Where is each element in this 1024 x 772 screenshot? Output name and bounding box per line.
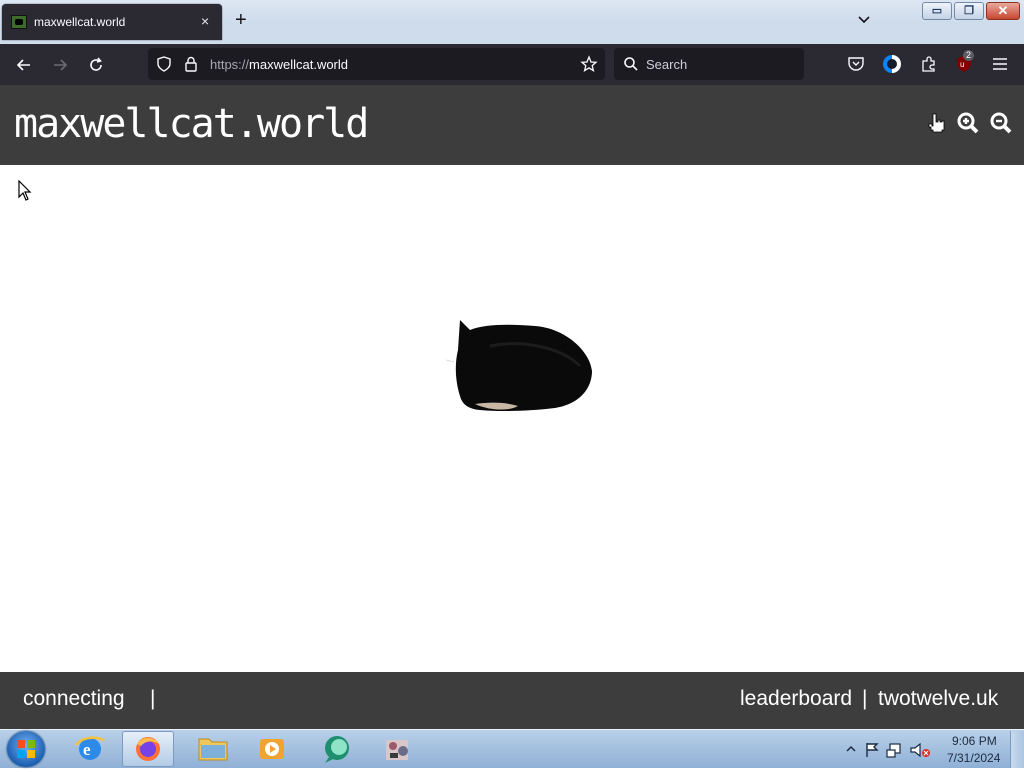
media-player-icon — [260, 739, 284, 759]
action-center-flag-icon — [866, 743, 879, 757]
search-input[interactable]: Search — [646, 57, 687, 72]
footer-separator: | — [862, 687, 868, 710]
messenger-taskbar-button[interactable] — [311, 731, 363, 767]
forward-arrow-icon — [54, 59, 68, 71]
volume-muted-icon — [910, 742, 930, 758]
reload-button[interactable] — [86, 55, 106, 75]
window-controls: ▭ ❐ ✕ — [922, 2, 1020, 20]
show-desktop-button[interactable] — [1010, 731, 1024, 768]
chat-bubble-icon — [325, 736, 349, 763]
forward-button[interactable] — [50, 55, 70, 75]
clock-time[interactable]: 9:06 PM — [952, 734, 997, 748]
extensions-puzzle-icon[interactable] — [920, 55, 938, 78]
minimize-icon: ▭ — [931, 5, 943, 17]
search-icon — [623, 56, 639, 77]
minimize-button[interactable]: ▭ — [922, 2, 952, 20]
internet-explorer-taskbar-button[interactable]: e — [64, 731, 116, 767]
menu-hamburger-icon[interactable] — [991, 56, 1009, 77]
windows-logo-icon — [16, 739, 36, 759]
media-player-taskbar-button[interactable] — [246, 731, 298, 767]
lock-icon[interactable] — [183, 55, 199, 78]
footer-separator: | — [150, 687, 156, 710]
game-app-icon — [386, 740, 408, 760]
tab-title: maxwellcat.world — [34, 15, 126, 29]
pointer-hand-icon[interactable] — [924, 111, 948, 135]
url-host: maxwellcat.world — [249, 57, 349, 72]
tab-close-button[interactable]: × — [201, 13, 209, 29]
mouse-cursor-icon — [18, 179, 32, 207]
twotwelve-link[interactable]: twotwelve.uk — [878, 687, 998, 711]
close-window-button[interactable]: ✕ — [986, 2, 1020, 20]
show-hidden-icons-icon — [846, 745, 856, 752]
leaderboard-link[interactable]: leaderboard — [740, 687, 852, 711]
zoom-in-icon[interactable] — [956, 111, 980, 135]
network-icon — [886, 743, 901, 758]
new-tab-button[interactable]: + — [235, 10, 247, 30]
start-button[interactable] — [7, 731, 45, 767]
system-tray — [845, 740, 935, 765]
url-protocol: https:// — [210, 57, 250, 72]
chevron-down-icon — [858, 16, 870, 24]
back-arrow-icon — [16, 59, 30, 71]
extension-badge: 2 — [963, 50, 975, 61]
svg-text:e: e — [83, 740, 91, 759]
maxwell-cat-image[interactable] — [440, 316, 600, 421]
reload-icon — [90, 57, 102, 71]
tab-maxwellcat[interactable]: maxwellcat.world × — [2, 4, 222, 40]
site-favicon-icon — [11, 15, 27, 29]
bookmark-star-icon[interactable] — [580, 55, 598, 78]
file-explorer-taskbar-button[interactable] — [187, 731, 239, 767]
firefox-taskbar-button[interactable] — [122, 731, 174, 767]
tracking-protection-shield-icon[interactable] — [155, 55, 173, 78]
site-title: maxwellcat.world — [14, 101, 369, 147]
zoom-out-icon[interactable] — [989, 111, 1013, 135]
connection-status: connecting — [23, 687, 125, 710]
list-all-tabs-button[interactable] — [856, 12, 872, 33]
firefox-icon — [136, 737, 160, 761]
restore-icon: ❐ — [964, 5, 974, 17]
close-icon: ✕ — [997, 3, 1009, 18]
pocket-icon[interactable] — [847, 56, 865, 77]
url-text[interactable]: https://maxwellcat.world — [210, 57, 348, 72]
folder-icon — [198, 738, 228, 761]
restore-button[interactable]: ❐ — [954, 2, 984, 20]
account-avatar-icon[interactable] — [882, 54, 902, 79]
search-box[interactable] — [614, 48, 804, 80]
game-app-taskbar-button[interactable] — [372, 731, 424, 767]
svg-text:u: u — [960, 60, 964, 69]
clock-date[interactable]: 7/31/2024 — [947, 751, 1000, 765]
internet-explorer-icon: e — [75, 736, 106, 760]
back-button[interactable] — [14, 55, 34, 75]
